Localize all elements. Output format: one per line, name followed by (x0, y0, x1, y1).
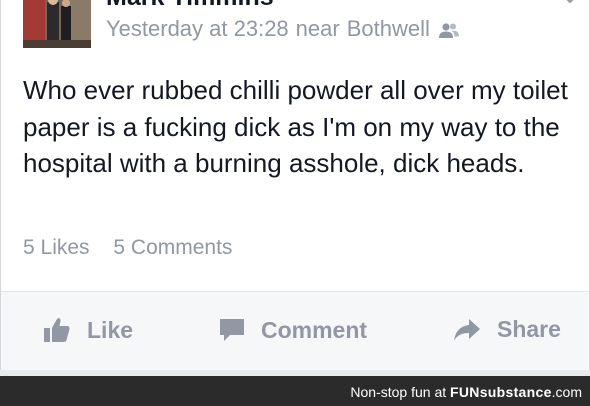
location-prefix: near (295, 16, 340, 41)
post-card: Mark Timmins Yesterday at 23:28 near Bot… (0, 0, 590, 370)
chevron-down-icon[interactable] (561, 0, 579, 8)
watermark-brand: FUNsubstance (450, 384, 552, 400)
screenshot: Mark Timmins Yesterday at 23:28 near Bot… (0, 0, 590, 406)
like-label: Like (87, 316, 134, 343)
watermark: Non-stop fun at FUNsubstance.com (350, 384, 582, 400)
watermark-domain: .com (551, 384, 582, 400)
action-bar: Like Comment Share (1, 292, 589, 370)
avatar-photo (23, 0, 91, 48)
likes-count[interactable]: 5 Likes (23, 236, 90, 259)
speech-bubble-icon (220, 319, 244, 341)
post-stats: 5 Likes 5 Comments (23, 236, 232, 260)
comments-count[interactable]: 5 Comments (113, 236, 232, 259)
thumbs-up-icon (44, 318, 70, 342)
watermark-prefix: Non-stop fun at (350, 384, 447, 400)
post-location[interactable]: Bothwell (347, 16, 430, 42)
like-button[interactable]: Like (43, 316, 133, 344)
post-body: Who ever rubbed chilli powder all over m… (23, 75, 568, 178)
watermark-bar: Non-stop fun at FUNsubstance.com (0, 376, 590, 406)
share-button[interactable]: Share (453, 316, 561, 343)
comment-button[interactable]: Comment (219, 316, 367, 344)
share-arrow-icon (454, 318, 480, 341)
post-timestamp[interactable]: Yesterday at 23:28 (106, 16, 289, 42)
author-avatar[interactable] (23, 0, 91, 48)
post-meta: Yesterday at 23:28 near Bothwell (106, 16, 460, 42)
author-name[interactable]: Mark Timmins (106, 0, 274, 12)
friends-icon[interactable] (438, 20, 460, 38)
comment-label: Comment (261, 316, 368, 343)
share-label: Share (497, 316, 561, 342)
